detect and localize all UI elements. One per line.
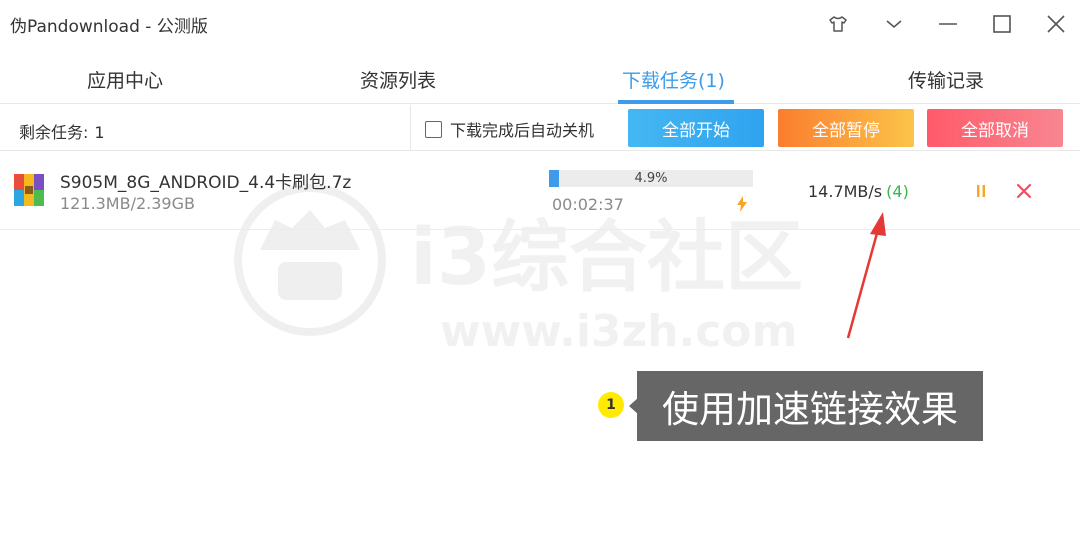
download-speed: 14.7MB/s (4) (808, 182, 909, 201)
tab-app-center[interactable]: 应用中心 (87, 66, 163, 93)
toolbar-divider (410, 105, 411, 151)
close-icon[interactable] (1038, 8, 1074, 40)
remaining-tasks-label: 剩余任务: (19, 123, 89, 142)
tab-bar: 应用中心 资源列表 下载任务(1) 传输记录 (0, 52, 1080, 104)
cancel-task-icon[interactable] (1015, 182, 1033, 200)
minimize-icon[interactable] (930, 8, 966, 40)
auto-shutdown-label: 下载完成后自动关机 (450, 121, 595, 140)
connection-count: (4) (886, 182, 909, 201)
tab-transfer-records[interactable]: 传输记录 (908, 66, 984, 93)
file-size: 121.3MB/2.39GB (60, 194, 195, 213)
remaining-tasks-count: 1 (94, 123, 105, 142)
annotation-callout: 使用加速链接效果 (637, 371, 983, 441)
remaining-tasks: 剩余任务: 1 (19, 119, 105, 143)
annotation-number-badge: 1 (598, 392, 624, 418)
pause-all-button[interactable]: 全部暂停 (778, 109, 914, 147)
pause-task-icon[interactable] (972, 182, 990, 200)
task-toolbar: 剩余任务: 1 下载完成后自动关机 全部开始 全部暂停 全部取消 (0, 105, 1080, 151)
speed-value: 14.7MB/s (808, 182, 883, 201)
archive-icon (14, 174, 44, 206)
download-task-row[interactable]: S905M_8G_ANDROID_4.4卡刷包.7z 121.3MB/2.39G… (0, 152, 1080, 230)
dropdown-icon[interactable] (876, 8, 912, 40)
auto-shutdown-option[interactable]: 下载完成后自动关机 (425, 117, 594, 141)
active-tab-indicator (618, 100, 734, 104)
lightning-icon (737, 196, 747, 212)
title-bar: 伪Pandownload - 公测版 (0, 0, 1080, 48)
app-title: 伪Pandownload - 公测版 (10, 17, 208, 37)
tab-resource-list[interactable]: 资源列表 (360, 66, 436, 93)
maximize-icon[interactable] (984, 8, 1020, 40)
skin-icon[interactable] (820, 8, 856, 40)
cancel-all-button[interactable]: 全部取消 (927, 109, 1063, 147)
tab-download-tasks[interactable]: 下载任务(1) (622, 66, 725, 93)
time-remaining: 00:02:37 (552, 195, 624, 214)
auto-shutdown-checkbox[interactable] (425, 120, 442, 138)
progress-text: 4.9% (634, 171, 668, 186)
watermark-url: www.i3zh.com (440, 306, 797, 357)
start-all-button[interactable]: 全部开始 (628, 109, 764, 147)
progress-bar: 4.9% (549, 170, 753, 187)
file-name: S905M_8G_ANDROID_4.4卡刷包.7z (60, 173, 352, 193)
